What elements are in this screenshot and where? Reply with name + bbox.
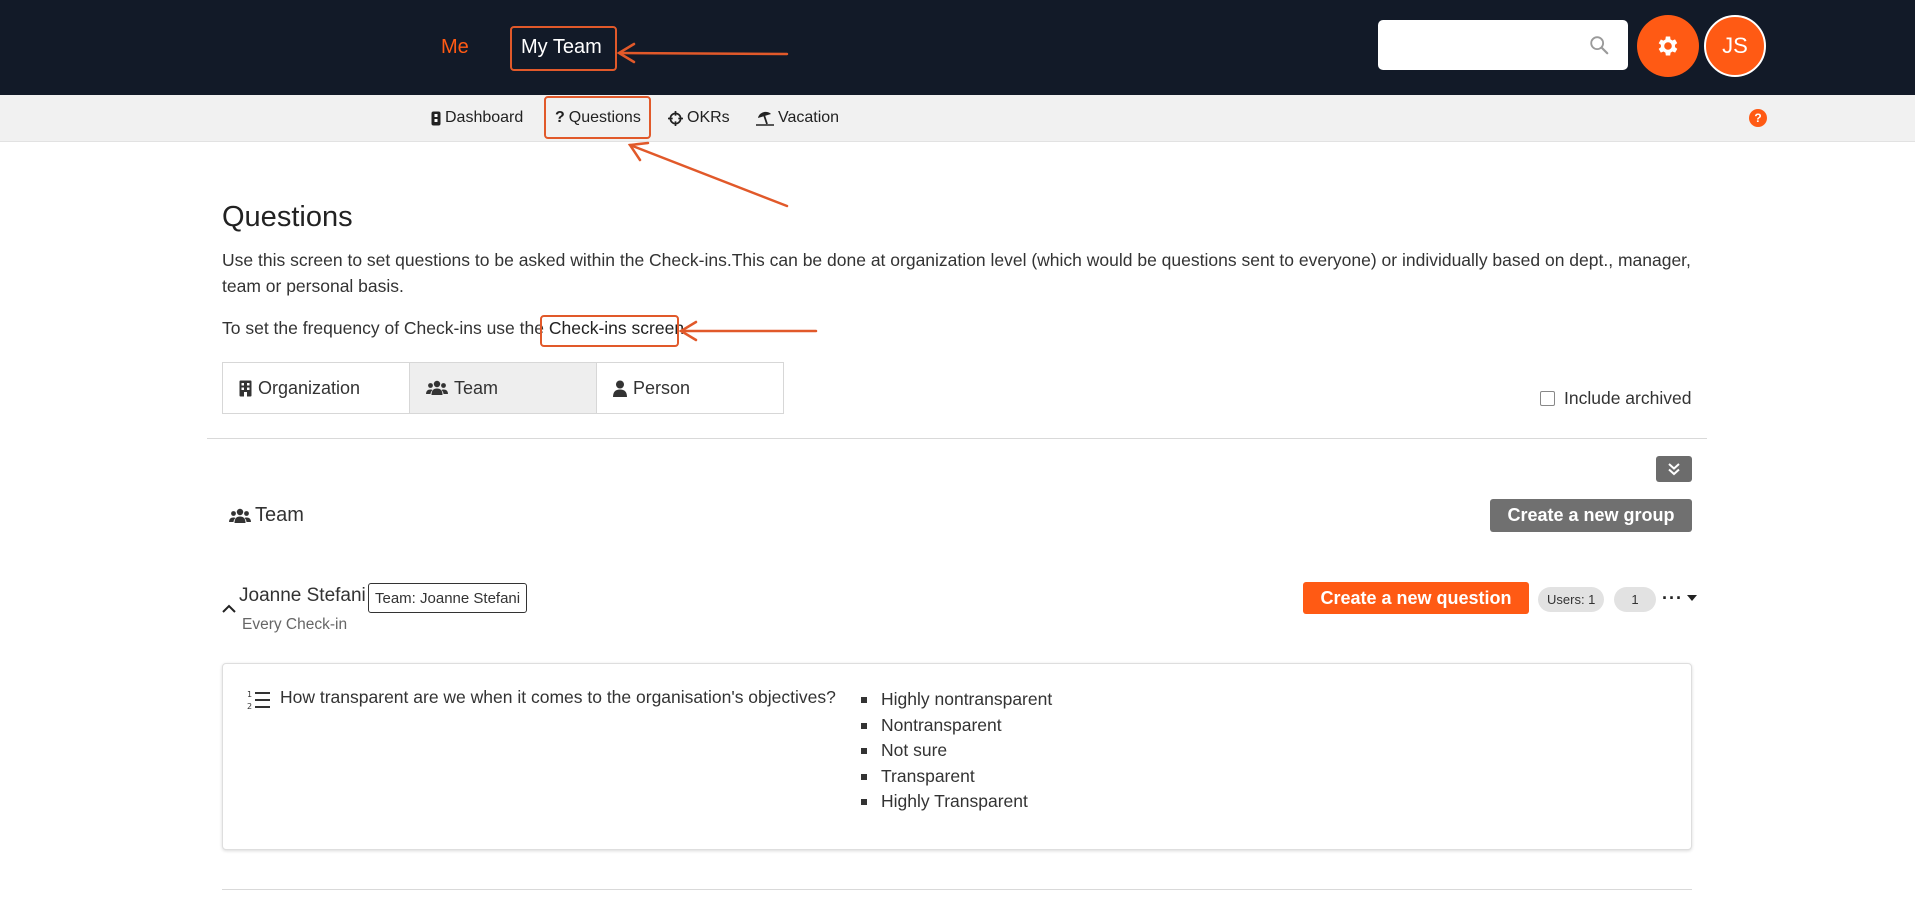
chevron-up-icon[interactable] (222, 602, 236, 616)
ordered-list-icon: 1 2 (247, 690, 270, 711)
answer-option: Not sure (861, 738, 1052, 764)
beach-umbrella-icon (756, 111, 774, 126)
sub-navbar: Dashboard ? Questions OKRs Vacation ? (0, 95, 1915, 142)
tab-organization[interactable]: Organization (222, 362, 410, 414)
users-icon (229, 508, 251, 523)
users-count-badge[interactable]: Users: 1 (1538, 587, 1605, 612)
page-title: Questions (222, 201, 353, 233)
answer-option: Transparent (861, 764, 1052, 790)
nav-me-link[interactable]: Me (441, 36, 469, 59)
subnav-vacation[interactable]: Vacation (756, 109, 839, 127)
question-count-badge[interactable]: 1 (1614, 587, 1656, 612)
svg-text:2: 2 (247, 702, 252, 711)
group-schedule: Every Check-in (242, 616, 348, 633)
tab-team-label: Team (454, 377, 499, 398)
checkins-link-highlight-box (540, 315, 679, 347)
page-description: Use this screen to set questions to be a… (222, 250, 1691, 296)
help-icon[interactable]: ? (1749, 109, 1767, 127)
svg-text:1: 1 (247, 690, 252, 699)
settings-button[interactable] (1637, 15, 1699, 77)
include-archived-checkbox[interactable] (1540, 391, 1555, 406)
my-team-highlight-box (510, 26, 617, 71)
create-group-button[interactable]: Create a new group (1490, 499, 1692, 532)
more-options-menu[interactable]: ··· (1662, 588, 1697, 608)
question-card[interactable]: 1 2 How transparent are we when it comes… (222, 663, 1692, 850)
section-divider (207, 438, 1707, 439)
frequency-note-text: To set the frequency of Check-ins use th… (222, 318, 544, 338)
create-question-button[interactable]: Create a new question (1303, 582, 1529, 614)
search-icon[interactable] (1588, 34, 1610, 56)
subnav-okrs-label: OKRs (687, 109, 730, 126)
tab-team[interactable]: Team (409, 362, 597, 414)
team-section-label: Team (255, 504, 304, 526)
group-person-name: Joanne Stefani (239, 585, 366, 606)
questions-highlight-box (544, 96, 651, 139)
users-icon (426, 380, 448, 395)
user-icon (613, 380, 627, 397)
search-input[interactable] (1378, 20, 1628, 70)
subnav-okrs[interactable]: OKRs (668, 109, 730, 127)
top-navbar: Me My Team JS (0, 0, 1915, 95)
dashboard-icon (431, 111, 441, 125)
include-archived-toggle[interactable]: Include archived (1540, 388, 1691, 409)
gear-icon (1658, 36, 1678, 56)
avatar[interactable]: JS (1704, 15, 1766, 77)
level-tabs: Organization Team Person (222, 362, 784, 414)
include-archived-label: Include archived (1564, 388, 1692, 408)
section-divider (222, 889, 1692, 890)
answer-option: Highly nontransparent (861, 687, 1052, 713)
answer-option: Nontransparent (861, 713, 1052, 739)
crosshair-icon (668, 110, 683, 126)
tab-person-label: Person (633, 377, 691, 398)
team-badge: Team: Joanne Stefani (368, 583, 528, 613)
subnav-vacation-label: Vacation (778, 109, 840, 126)
collapse-all-button[interactable] (1656, 456, 1692, 482)
tab-person[interactable]: Person (596, 362, 784, 414)
caret-down-icon (1686, 595, 1697, 601)
answer-option: Highly Transparent (861, 789, 1052, 815)
double-chevron-down-icon (1668, 463, 1680, 476)
ellipsis-icon: ··· (1662, 588, 1683, 608)
answer-options: Highly nontransparent Nontransparent Not… (861, 687, 1052, 815)
tab-organization-label: Organization (258, 377, 361, 398)
subnav-dashboard-label: Dashboard (445, 109, 524, 126)
building-icon (239, 380, 252, 397)
subnav-dashboard[interactable]: Dashboard (431, 109, 523, 127)
question-text: How transparent are we when it comes to … (280, 687, 836, 707)
team-section-heading: Team (229, 504, 304, 527)
annotation-arrow-questions (628, 143, 789, 208)
